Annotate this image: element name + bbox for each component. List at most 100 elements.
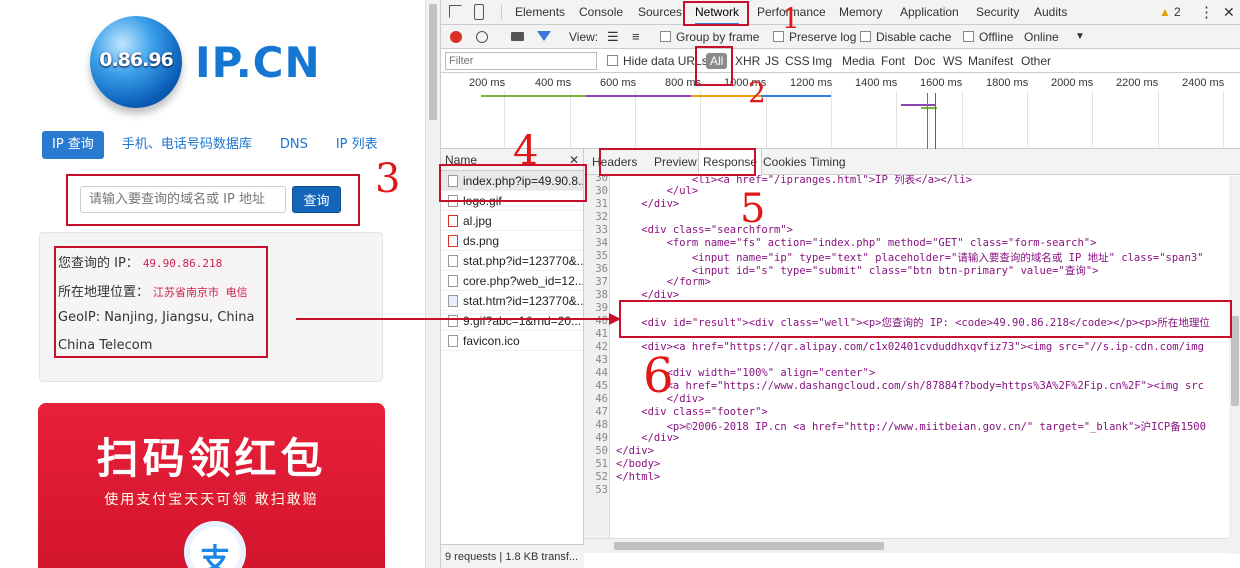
network-overview[interactable]: 200 ms 400 ms 600 ms 800 ms 1000 ms 1200… [441,73,1240,149]
line-number: 47 [595,406,608,418]
code-line: </div> [616,432,680,444]
tab-memory[interactable]: Memory [839,0,882,25]
tab-security[interactable]: Security [976,0,1019,25]
filter-type-img[interactable]: Img [812,49,832,73]
request-row[interactable]: al.jpg [441,211,583,231]
checkbox-box[interactable] [607,55,618,66]
filter-type-manifest[interactable]: Manifest [968,49,1013,73]
offline-checkbox[interactable]: Offline [963,25,1013,49]
tab-timing[interactable]: Timing [806,149,850,175]
tab-cookies[interactable]: Cookies [759,149,810,175]
line-number: 35 [595,250,608,262]
logo-globe-text: 0.86.96 [99,49,174,71]
tab-application[interactable]: Application [900,0,959,25]
filter-type-js[interactable]: JS [765,49,779,73]
line-number: 41 [595,328,608,340]
view-label: View: [569,30,599,44]
gridline [766,91,767,149]
warning-count[interactable]: 2 [1174,0,1181,25]
line-number: 46 [595,393,608,405]
request-row[interactable]: stat.htm?id=123770&... [441,291,583,311]
line-number: 30 [595,185,608,197]
nav-ip-list[interactable]: IP 列表 [326,131,388,159]
request-row[interactable]: ds.png [441,231,583,251]
disable-cache-checkbox[interactable]: Disable cache [860,25,951,49]
filter-input[interactable] [445,52,597,70]
logo-globe: 0.86.96 [90,16,182,108]
page-scrollbar-thumb[interactable] [429,4,437,120]
request-name: 9.gif?abc=1&rnd=20... [463,314,582,328]
filter-type-media[interactable]: Media [842,49,875,73]
code-hscrollbar[interactable] [584,538,1240,553]
code-line: <div class="footer"> [616,406,768,418]
filter-type-font[interactable]: Font [881,49,905,73]
request-row[interactable]: 9.gif?abc=1&rnd=20... [441,311,583,331]
tick-label: 400 ms [535,77,572,89]
throttle-select[interactable]: Online [1024,25,1059,49]
site-nav: IP 查询 手机、电话号码数据库 DNS IP 列表 [42,131,396,159]
gridline [570,91,571,149]
checkbox-box[interactable] [660,31,671,42]
code-hscrollbar-thumb[interactable] [614,542,884,550]
screenshot-icon[interactable] [511,32,524,41]
network-toolbar: View: ☰ ≡ Group by frame Preserve log Di… [441,25,1240,49]
filter-bar: Hide data URLs All XHR JS CSS Img Media … [441,49,1240,73]
filter-type-xhr[interactable]: XHR [735,49,760,73]
annotation-label-2: 2 [748,76,766,109]
request-row[interactable]: stat.php?id=123770&... [441,251,583,271]
image-file-icon [448,235,458,247]
code-vscrollbar[interactable] [1229,176,1240,554]
gridline [896,91,897,149]
tick-label: 2400 ms [1182,77,1225,89]
tab-sources[interactable]: Sources [638,0,682,25]
list-view-icon[interactable]: ☰ [607,25,619,49]
annotation-box-result-code [619,300,1232,338]
gridline [635,91,636,149]
code-vscrollbar-thumb[interactable] [1231,316,1239,406]
more-menu-icon[interactable]: ⋮ [1199,0,1214,25]
line-number: 51 [595,458,608,470]
tab-elements[interactable]: Elements [515,0,565,25]
line-number: 42 [595,341,608,353]
filter-type-other[interactable]: Other [1021,49,1051,73]
warning-icon[interactable]: ▲ [1159,0,1171,25]
code-line: <form name="fs" action="index.php" metho… [616,237,1097,249]
filter-icon[interactable] [537,31,551,41]
request-row[interactable]: favicon.ico [441,331,583,351]
filter-type-doc[interactable]: Doc [914,49,935,73]
device-toolbar-icon[interactable] [474,4,484,20]
nav-phone-db[interactable]: 手机、电话号码数据库 [112,131,262,159]
page-scrollbar[interactable] [425,0,440,568]
tick-label: 1600 ms [920,77,963,89]
tab-console[interactable]: Console [579,0,623,25]
request-list: Name ✕ index.php?ip=49.90.8... logo.gif a… [441,149,584,568]
code-line: </ul> [616,185,699,197]
nav-ip-query[interactable]: IP 查询 [42,131,104,159]
annotation-box-search [66,174,360,226]
tab-audits[interactable]: Audits [1034,0,1067,25]
annotation-arrow [296,318,619,320]
record-icon[interactable] [450,31,462,43]
gridline [1158,91,1159,149]
waterfall-view-icon[interactable]: ≡ [632,25,640,49]
tick-label: 2000 ms [1051,77,1094,89]
waterfall-bar [481,95,831,97]
checkbox-box[interactable] [963,31,974,42]
chevron-down-icon[interactable]: ▼ [1075,25,1085,49]
ad-banner[interactable]: 扫码领红包 使用支付宝天天可领 敢扫敢赔 支 [38,403,385,568]
close-devtools-icon[interactable]: ✕ [1223,0,1235,25]
clear-icon[interactable] [476,31,488,43]
line-number: 32 [595,211,608,223]
nav-dns[interactable]: DNS [270,131,318,159]
ad-title: 扫码领红包 [96,434,327,483]
hide-data-urls-checkbox[interactable]: Hide data URLs [607,49,708,73]
checkbox-box[interactable] [860,31,871,42]
code-line: </html> [616,471,661,483]
inspect-icon[interactable] [449,5,462,18]
response-source[interactable]: 30 30 31 32 33 34 35 36 37 38 39 40 41 42 43 44 45 46 47 48… [584,175,1240,553]
request-row[interactable]: core.php?web_id=12... [441,271,583,291]
image-file-icon [448,215,458,227]
annotation-box-all-filter [695,46,733,86]
filter-type-css[interactable]: CSS [785,49,810,73]
filter-type-ws[interactable]: WS [943,49,962,73]
